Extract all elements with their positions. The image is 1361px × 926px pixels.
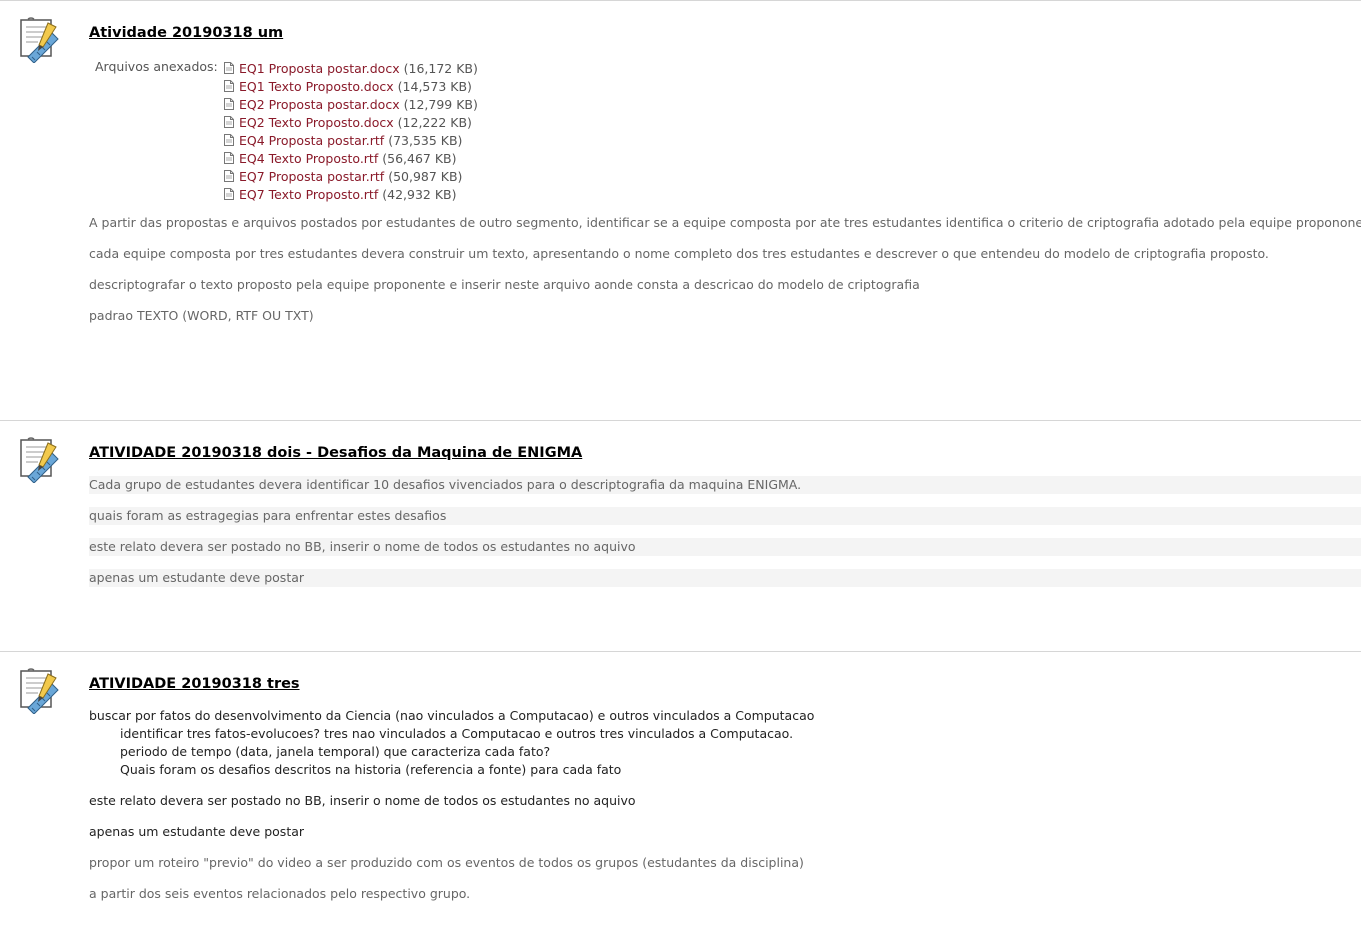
attachment-size: (14,573 KB) [397, 78, 472, 94]
description-paragraph: Cada grupo de estudantes devera identifi… [89, 477, 802, 492]
content-item-1: Atividade 20190318 um Arquivos anexados:… [0, 0, 1361, 421]
file-icon [224, 80, 234, 92]
description-paragraph: quais foram as estragegias para enfrenta… [89, 508, 447, 523]
attachment-size: (12,799 KB) [403, 96, 478, 112]
attachment-size: (73,535 KB) [388, 132, 463, 148]
description-paragraph: padrao TEXTO (WORD, RTF OU TXT) [89, 308, 314, 323]
attachment-size: (16,172 KB) [403, 60, 478, 76]
description-paragraph: este relato devera ser postado no BB, in… [89, 793, 636, 808]
description-paragraph: apenas um estudante deve postar [89, 824, 305, 839]
attachment-link[interactable]: EQ2 Texto Proposto.docx [239, 115, 394, 130]
assignment-icon [18, 437, 60, 483]
attachment-item: EQ2 Texto Proposto.docx (12,222 KB) [224, 113, 478, 131]
file-icon [224, 188, 234, 200]
attachment-link[interactable]: EQ7 Proposta postar.rtf [239, 169, 384, 184]
attachment-link[interactable]: EQ2 Proposta postar.docx [239, 97, 400, 112]
attachment-size: (12,222 KB) [397, 114, 472, 130]
attachment-item: EQ7 Texto Proposto.rtf (42,932 KB) [224, 185, 478, 203]
content-item-2: ATIVIDADE 20190318 dois - Desafios da Ma… [0, 420, 1361, 652]
file-icon [224, 170, 234, 182]
attachment-size: (50,987 KB) [388, 168, 463, 184]
file-icon [224, 152, 234, 164]
description-paragraph: cada equipe composta por tres estudantes… [89, 246, 1269, 261]
item-title-link[interactable]: ATIVIDADE 20190318 tres [89, 676, 300, 692]
file-icon [224, 98, 234, 110]
attachment-item: EQ4 Proposta postar.rtf (73,535 KB) [224, 131, 478, 149]
attachment-item: EQ7 Proposta postar.rtf (50,987 KB) [224, 167, 478, 185]
description-subitem: identificar tres fatos-evolucoes? tres n… [120, 726, 794, 741]
file-icon [224, 134, 234, 146]
description-paragraph: A partir das propostas e arquivos postad… [89, 215, 1361, 230]
description-paragraph: este relato devera ser postado no BB, in… [89, 539, 636, 554]
file-icon [224, 62, 234, 74]
attachment-item: EQ2 Proposta postar.docx (12,799 KB) [224, 95, 478, 113]
description-paragraph: propor um roteiro "previo" do video a se… [89, 855, 804, 870]
attachment-link[interactable]: EQ7 Texto Proposto.rtf [239, 187, 378, 202]
attachment-link[interactable]: EQ1 Texto Proposto.docx [239, 79, 394, 94]
attachments-list: EQ1 Proposta postar.docx (16,172 KB) EQ1 … [224, 59, 478, 203]
assignment-icon [18, 17, 60, 63]
attachment-size: (42,932 KB) [382, 186, 457, 202]
content-item-3: ATIVIDADE 20190318 tres buscar por fatos… [0, 651, 1361, 926]
attachment-link[interactable]: EQ1 Proposta postar.docx [239, 61, 400, 76]
attachment-link[interactable]: EQ4 Proposta postar.rtf [239, 133, 384, 148]
attachment-item: EQ4 Texto Proposto.rtf (56,467 KB) [224, 149, 478, 167]
description-paragraph: a partir dos seis eventos relacionados p… [89, 886, 471, 901]
item-title-link[interactable]: Atividade 20190318 um [89, 25, 283, 41]
description-paragraph: descriptografar o texto proposto pela eq… [89, 277, 920, 292]
attachment-size: (56,467 KB) [382, 150, 457, 166]
attachment-link[interactable]: EQ4 Texto Proposto.rtf [239, 151, 378, 166]
item-title-link[interactable]: ATIVIDADE 20190318 dois - Desafios da Ma… [89, 445, 582, 461]
description-intro: buscar por fatos do desenvolvimento da C… [89, 708, 815, 723]
attachment-item: EQ1 Texto Proposto.docx (14,573 KB) [224, 77, 478, 95]
description-paragraph: apenas um estudante deve postar [89, 570, 305, 585]
attachment-item: EQ1 Proposta postar.docx (16,172 KB) [224, 59, 478, 77]
file-icon [224, 116, 234, 128]
attachments-label: Arquivos anexados: [95, 59, 218, 74]
description-subitem: periodo de tempo (data, janela temporal)… [120, 744, 551, 759]
description-subitem: Quais foram os desafios descritos na his… [120, 762, 622, 777]
assignment-icon [18, 668, 60, 714]
